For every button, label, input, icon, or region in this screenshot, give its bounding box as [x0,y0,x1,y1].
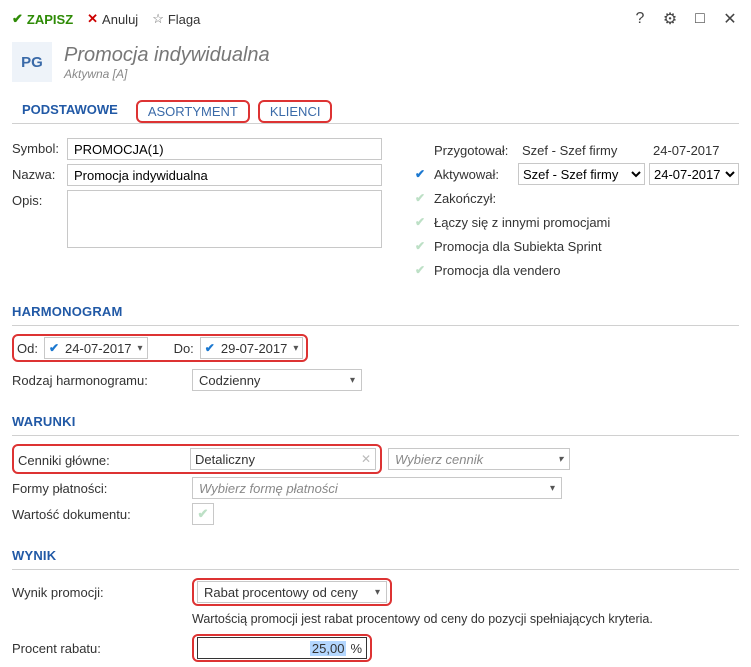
formy-placeholder: Wybierz formę płatności [199,481,338,496]
tab-klienci[interactable]: KLIENCI [266,102,325,121]
vendero-check-icon[interactable]: ✔ [412,262,428,278]
formy-label: Formy płatności: [12,481,192,496]
wynik-type-value: Rabat procentowy od ceny [204,585,358,600]
page-title: Promocja indywidualna [64,44,270,67]
section-harmonogram: HARMONOGRAM [12,304,739,319]
save-label: ZAPISZ [27,12,73,27]
activated-check-icon[interactable]: ✔ [412,166,428,182]
activated-date-select[interactable]: 24-07-2017 [649,163,739,185]
prepared-label: Przygotował: [434,143,514,158]
harmonogram-type-select[interactable]: Codzienny ▾ [192,369,362,391]
cancel-button[interactable]: ✕ Anuluj [87,11,138,27]
wartosc-label: Wartość dokumentu: [12,507,192,522]
flag-button[interactable]: ☆ Flaga [152,11,200,27]
od-label: Od: [17,341,38,356]
x-icon: ✕ [87,11,98,27]
cenniki-label: Cenniki główne: [18,450,190,468]
tab-basic[interactable]: PODSTAWOWE [12,96,128,123]
highlight-cenniki: Cenniki główne: Detaliczny ✕ [12,444,382,474]
do-date-select[interactable]: ✔ 29-07-2017 ▾ [200,337,304,359]
subiekt-check-icon[interactable]: ✔ [412,238,428,254]
tab-asortyment[interactable]: ASORTYMENT [144,102,242,121]
page-subtitle: Aktywna [A] [64,67,270,81]
activated-user-select[interactable]: Szef - Szef firmy [518,163,645,185]
chevron-down-icon: ▾ [558,454,563,465]
harmonogram-type-label: Rodzaj harmonogramu: [12,373,192,388]
cenniki-tagbox[interactable]: Detaliczny ✕ [190,448,376,470]
gear-icon[interactable]: ⚙ [661,9,679,29]
prepared-value: Szef - Szef firmy [518,143,645,158]
procent-value: 25,00 [310,641,347,656]
close-icon[interactable]: ✕ [721,9,739,29]
wartosc-check[interactable]: ✔ [192,503,214,525]
harmonogram-type-value: Codzienny [199,373,260,388]
remove-tag-icon[interactable]: ✕ [361,452,371,466]
finished-label: Zakończył: [434,191,514,206]
entity-badge: PG [12,42,52,82]
wynik-help-text: Wartością promocji jest rabat procentowy… [192,612,739,626]
wynik-type-label: Wynik promocji: [12,585,192,600]
symbol-label: Symbol: [12,138,67,156]
highlight-date-range: Od: ✔ 24-07-2017 ▾ Do: ✔ 29-07-2017 ▾ [12,334,308,362]
procent-label: Procent rabatu: [12,641,192,656]
chevron-down-icon: ▾ [291,343,300,354]
combine-check-icon[interactable]: ✔ [412,214,428,230]
procent-unit: % [350,641,362,656]
chevron-down-icon: ▾ [550,483,555,494]
vendero-label: Promocja dla vendero [434,263,739,278]
name-input[interactable] [67,164,382,186]
do-date-value: 29-07-2017 [217,341,292,356]
od-date-value: 24-07-2017 [61,341,136,356]
do-label: Do: [174,341,194,356]
highlight-procent: 25,00 % [192,634,372,662]
procent-input[interactable]: 25,00 % [197,637,367,659]
cennik-picker[interactable]: Wybierz cennik ▾ [388,448,570,470]
prepared-date: 24-07-2017 [649,143,739,158]
help-icon[interactable]: ? [631,10,649,28]
highlight-wynik-type: Rabat procentowy od ceny ▾ [192,578,392,606]
cancel-label: Anuluj [102,12,138,27]
chevron-down-icon: ▾ [136,343,145,354]
flag-label: Flaga [168,12,201,27]
activated-label: Aktywował: [434,167,514,182]
combine-label: Łączy się z innymi promocjami [434,215,739,230]
finished-check-icon[interactable]: ✔ [412,190,428,206]
star-icon: ☆ [152,11,164,27]
opis-textarea[interactable] [67,190,382,248]
highlight-klienci: KLIENCI [258,100,333,123]
chevron-down-icon: ▾ [375,587,380,598]
opis-label: Opis: [12,190,67,208]
do-check-icon: ✔ [203,341,217,355]
od-check-icon: ✔ [47,341,61,355]
save-button[interactable]: ✔ ZAPISZ [12,11,73,27]
section-warunki: WARUNKI [12,414,739,429]
highlight-asortyment: ASORTYMENT [136,100,250,123]
symbol-input[interactable] [67,138,382,160]
cennik-placeholder: Wybierz cennik [395,452,483,467]
cenniki-value: Detaliczny [195,452,255,467]
formy-select[interactable]: Wybierz formę płatności ▾ [192,477,562,499]
check-icon: ✔ [12,11,23,27]
od-date-select[interactable]: ✔ 24-07-2017 ▾ [44,337,148,359]
section-wynik: WYNIK [12,548,739,563]
maximize-icon[interactable]: □ [691,10,709,28]
name-label: Nazwa: [12,164,67,182]
chevron-down-icon: ▾ [350,375,355,386]
subiekt-label: Promocja dla Subiekta Sprint [434,239,739,254]
wynik-type-select[interactable]: Rabat procentowy od ceny ▾ [197,581,387,603]
